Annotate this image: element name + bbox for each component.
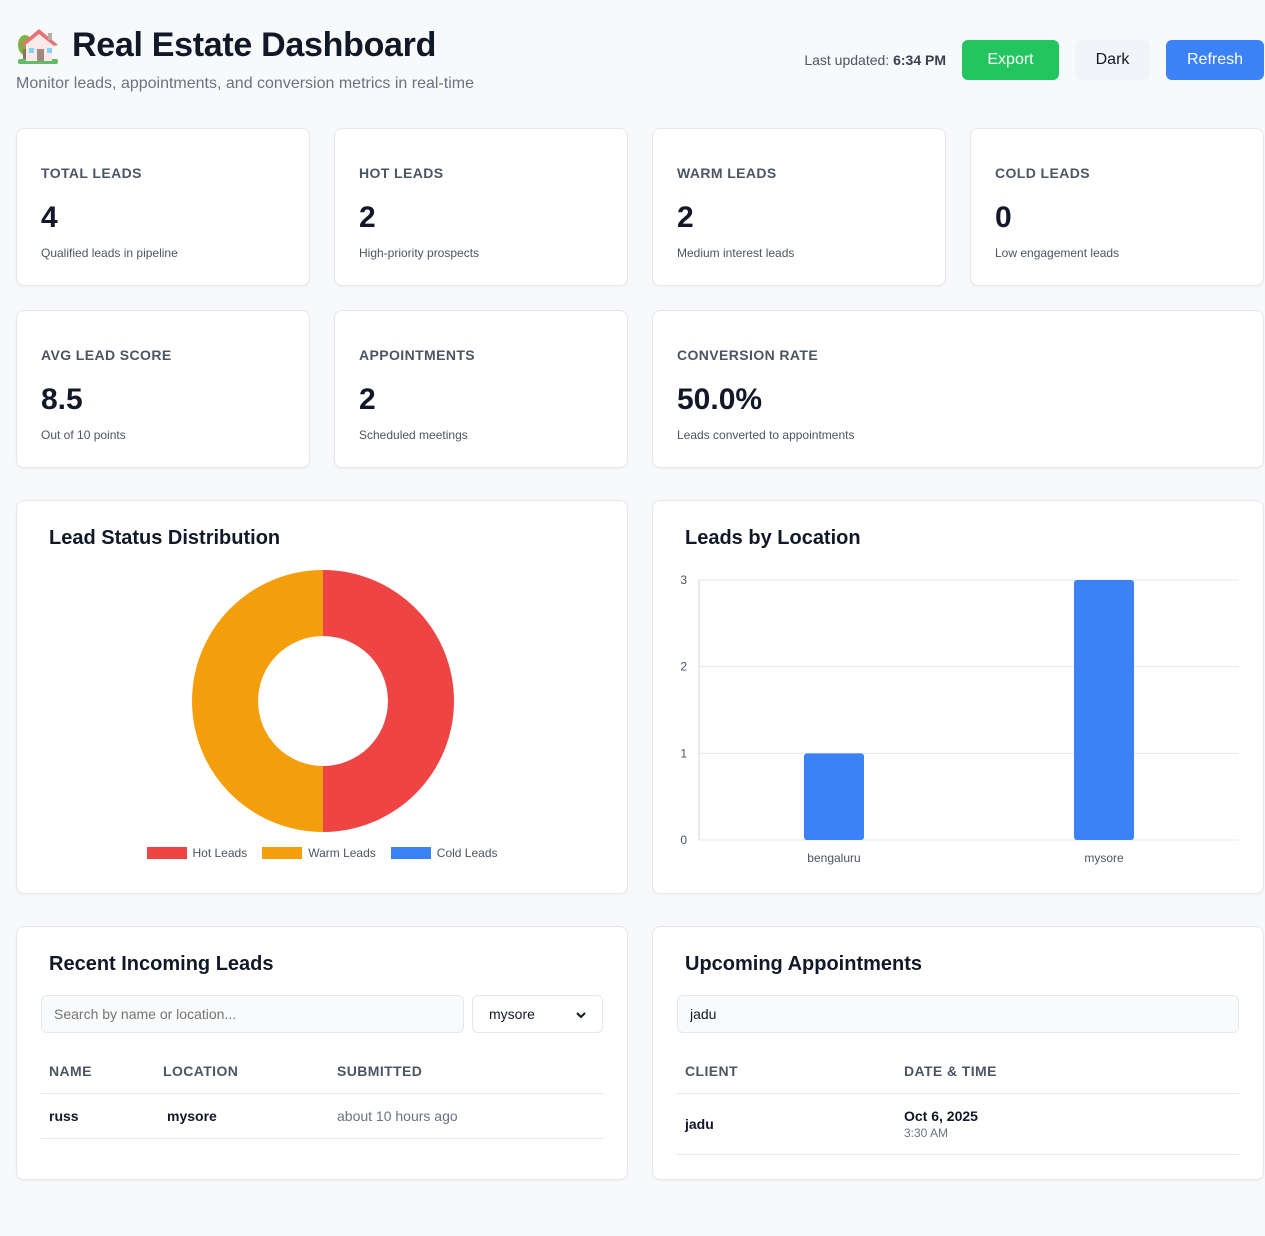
x-tick-label: bengaluru (807, 851, 860, 865)
stat-value: 2 (359, 383, 376, 416)
chart-legend: Hot Leads Warm Leads Cold Leads (17, 846, 627, 860)
panel-title: Upcoming Appointments (685, 953, 923, 975)
column-header-location: LOCATION (163, 1063, 239, 1079)
stat-value: 8.5 (41, 383, 83, 416)
stat-value: 2 (359, 201, 376, 234)
stat-label: AVG LEAD SCORE (41, 347, 172, 363)
row-divider (677, 1154, 1239, 1155)
stat-description: Low engagement leads (995, 246, 1120, 260)
lead-status-panel: Lead Status Distribution Hot Leads Warm … (16, 500, 628, 894)
y-tick-label: 1 (680, 746, 687, 760)
stat-value: 50.0% (677, 383, 763, 416)
chevron-down-icon (576, 1006, 586, 1022)
legend-swatch (146, 847, 187, 859)
stat-label: CONVERSION RATE (677, 347, 819, 363)
stat-card-cold-leads: COLD LEADS 0 Low engagement leads (970, 128, 1264, 286)
legend-swatch (390, 847, 431, 859)
legend-swatch (262, 847, 303, 859)
stat-description: Scheduled meetings (359, 428, 468, 442)
x-tick-label: mysore (1084, 851, 1124, 865)
lead-status-donut-chart (192, 570, 454, 832)
stat-label: APPOINTMENTS (359, 347, 476, 363)
column-header-date-time: DATE & TIME (904, 1063, 997, 1079)
export-button[interactable]: Export (962, 40, 1059, 80)
page-subtitle: Monitor leads, appointments, and convers… (16, 75, 474, 92)
page-header: Real Estate Dashboard Monitor leads, app… (16, 24, 1265, 104)
stat-card-conversion-rate: CONVERSION RATE 50.0% Leads converted to… (652, 310, 1264, 468)
last-updated-label: Last updated: (804, 52, 890, 68)
last-updated-time: 6:34 PM (893, 52, 946, 68)
legend-item-warm[interactable]: Warm Leads (262, 846, 376, 860)
legend-label: Cold Leads (436, 846, 498, 860)
legend-item-hot[interactable]: Hot Leads (146, 846, 248, 860)
stat-value: 0 (995, 201, 1012, 234)
column-header-submitted: SUBMITTED (337, 1063, 423, 1079)
column-header-client: CLIENT (685, 1063, 738, 1079)
stat-card-appointments: APPOINTMENTS 2 Scheduled meetings (334, 310, 628, 468)
stat-label: WARM LEADS (677, 165, 777, 181)
lead-submitted-cell: about 10 hours ago (337, 1108, 458, 1124)
stat-label: TOTAL LEADS (41, 165, 142, 181)
appointment-search-input[interactable] (677, 995, 1239, 1033)
stat-card-warm-leads: WARM LEADS 2 Medium interest leads (652, 128, 946, 286)
stat-card-avg-lead-score: AVG LEAD SCORE 8.5 Out of 10 points (16, 310, 310, 468)
dark-mode-button[interactable]: Dark (1075, 40, 1150, 80)
stat-description: High-priority prospects (359, 246, 480, 260)
stat-description: Out of 10 points (41, 428, 126, 442)
y-tick-label: 3 (680, 573, 687, 587)
appointment-time-cell: 3:30 AM (904, 1126, 949, 1140)
appointment-client-cell: jadu (685, 1116, 714, 1132)
stat-value: 2 (677, 201, 694, 234)
lead-search-input[interactable] (41, 995, 464, 1033)
stat-description: Leads converted to appointments (677, 428, 855, 442)
location-filter-value: mysore (489, 1006, 535, 1022)
donut-slice-hot-leads[interactable] (323, 570, 454, 832)
column-header-name: NAME (49, 1063, 92, 1079)
appointment-date-cell: Oct 6, 2025 (904, 1108, 978, 1124)
bar-bengaluru[interactable] (804, 753, 864, 840)
stat-card-hot-leads: HOT LEADS 2 High-priority prospects (334, 128, 628, 286)
header-actions: Last updated: 6:34 PM Export Dark Refres… (804, 40, 1264, 80)
y-tick-label: 2 (680, 660, 687, 674)
location-filter-select[interactable]: mysore (472, 995, 603, 1033)
stat-description: Qualified leads in pipeline (41, 246, 178, 260)
row-divider (41, 1138, 603, 1139)
lead-location-cell: mysore (167, 1108, 217, 1124)
stat-label: COLD LEADS (995, 165, 1090, 181)
stat-value: 4 (41, 201, 58, 234)
legend-label: Warm Leads (308, 846, 376, 860)
refresh-button[interactable]: Refresh (1166, 40, 1264, 80)
stat-label: HOT LEADS (359, 165, 444, 181)
legend-item-cold[interactable]: Cold Leads (390, 846, 498, 860)
stat-description: Medium interest leads (677, 246, 795, 260)
legend-label: Hot Leads (192, 846, 248, 860)
last-updated: Last updated: 6:34 PM (804, 52, 946, 68)
recent-leads-panel: Recent Incoming Leads mysore NAME LOCATI… (16, 926, 628, 1180)
header-divider (677, 1093, 1239, 1094)
panel-title: Recent Incoming Leads (49, 953, 274, 975)
header-divider (41, 1093, 603, 1094)
leads-by-location-panel: Leads by Location 0 1 2 3 bengaluru mysore (652, 500, 1264, 894)
lead-name-cell: russ (49, 1108, 79, 1124)
appointments-panel: Upcoming Appointments CLIENT DATE & TIME… (652, 926, 1264, 1180)
page-title: Real Estate Dashboard (72, 26, 437, 64)
y-tick-label: 0 (680, 833, 687, 847)
stat-card-total-leads: TOTAL LEADS 4 Qualified leads in pipelin… (16, 128, 310, 286)
leads-by-location-bar-chart: 0 1 2 3 bengaluru mysore (680, 573, 1239, 865)
house-with-garden-icon (16, 25, 60, 65)
bar-mysore[interactable] (1074, 580, 1134, 840)
donut-slice-warm-leads[interactable] (192, 570, 323, 832)
